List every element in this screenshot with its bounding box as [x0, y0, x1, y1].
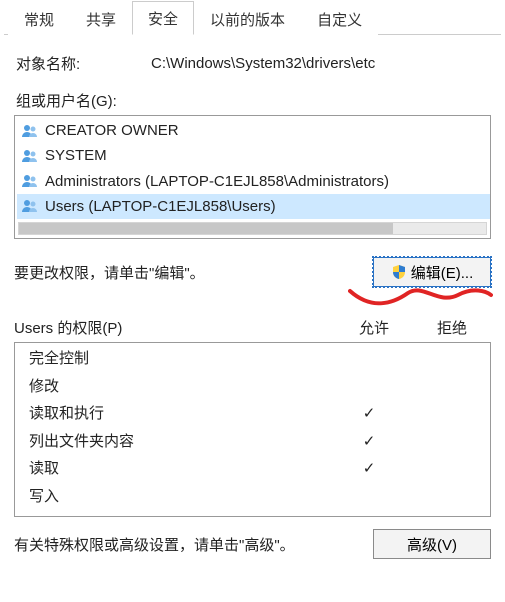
- advanced-button[interactable]: 高级(V): [373, 529, 491, 559]
- group-icon: [21, 173, 39, 189]
- perm-name: 完全控制: [29, 346, 330, 372]
- scrollbar-thumb[interactable]: [19, 223, 393, 234]
- perm-name: 读取: [29, 456, 330, 482]
- perm-name: 修改: [29, 374, 330, 400]
- advanced-button-label: 高级(V): [407, 534, 457, 555]
- principal-creator-owner[interactable]: CREATOR OWNER: [17, 118, 490, 143]
- edit-button[interactable]: 编辑(E)...: [373, 257, 491, 287]
- tab-general[interactable]: 常规: [8, 2, 70, 35]
- principal-label: SYSTEM: [45, 144, 107, 167]
- advanced-hint-text: 有关特殊权限或高级设置，请单击"高级"。: [14, 534, 295, 555]
- annotation-squiggle: [348, 285, 493, 307]
- allow-header: 允许: [335, 317, 413, 338]
- perm-allow: ✓: [330, 456, 408, 482]
- object-name-label: 对象名称:: [16, 53, 151, 74]
- principal-label: CREATOR OWNER: [45, 119, 179, 142]
- perm-row-modify[interactable]: 修改: [15, 373, 490, 401]
- permissions-listbox[interactable]: 完全控制 修改 读取和执行 ✓ 列出文件夹内容 ✓ 读取 ✓ 写入: [14, 342, 491, 517]
- edit-button-label: 编辑(E)...: [411, 262, 474, 283]
- object-name-value: C:\Windows\System32\drivers\etc: [151, 55, 375, 72]
- perm-name: 读取和执行: [29, 401, 330, 427]
- tab-customize[interactable]: 自定义: [301, 2, 378, 35]
- perm-allow: ✓: [330, 401, 408, 427]
- perm-allow: ✓: [330, 429, 408, 455]
- shield-icon: [391, 264, 407, 280]
- perm-name: 写入: [29, 484, 330, 510]
- group-icon: [21, 123, 39, 139]
- principal-system[interactable]: SYSTEM: [17, 143, 490, 168]
- perm-row-read-execute[interactable]: 读取和执行 ✓: [15, 400, 490, 428]
- deny-header: 拒绝: [413, 317, 491, 338]
- tab-security[interactable]: 安全: [132, 1, 194, 35]
- groups-label: 组或用户名(G):: [16, 90, 491, 111]
- perm-row-full-control[interactable]: 完全控制: [15, 345, 490, 373]
- principal-label: Administrators (LAPTOP-C1EJL858\Administ…: [45, 170, 389, 193]
- permissions-title: Users 的权限(P): [14, 317, 335, 338]
- perm-row-write[interactable]: 写入: [15, 483, 490, 511]
- perm-row-list-folder[interactable]: 列出文件夹内容 ✓: [15, 428, 490, 456]
- group-icon: [21, 148, 39, 164]
- object-name-row: 对象名称: C:\Windows\System32\drivers\etc: [16, 53, 491, 74]
- principal-users[interactable]: Users (LAPTOP-C1EJL858\Users): [17, 194, 490, 219]
- tab-previous-versions[interactable]: 以前的版本: [194, 2, 301, 35]
- horizontal-scrollbar[interactable]: [18, 222, 487, 235]
- perm-name: 列出文件夹内容: [29, 429, 330, 455]
- group-icon: [21, 198, 39, 214]
- principals-listbox[interactable]: CREATOR OWNER SYSTEM Administrators (LAP…: [14, 115, 491, 239]
- edit-hint-text: 要更改权限，请单击"编辑"。: [14, 262, 205, 283]
- principal-administrators[interactable]: Administrators (LAPTOP-C1EJL858\Administ…: [17, 169, 490, 194]
- perm-row-read[interactable]: 读取 ✓: [15, 455, 490, 483]
- principal-label: Users (LAPTOP-C1EJL858\Users): [45, 195, 276, 218]
- tab-sharing[interactable]: 共享: [70, 2, 132, 35]
- tabs: 常规 共享 安全 以前的版本 自定义: [4, 2, 501, 35]
